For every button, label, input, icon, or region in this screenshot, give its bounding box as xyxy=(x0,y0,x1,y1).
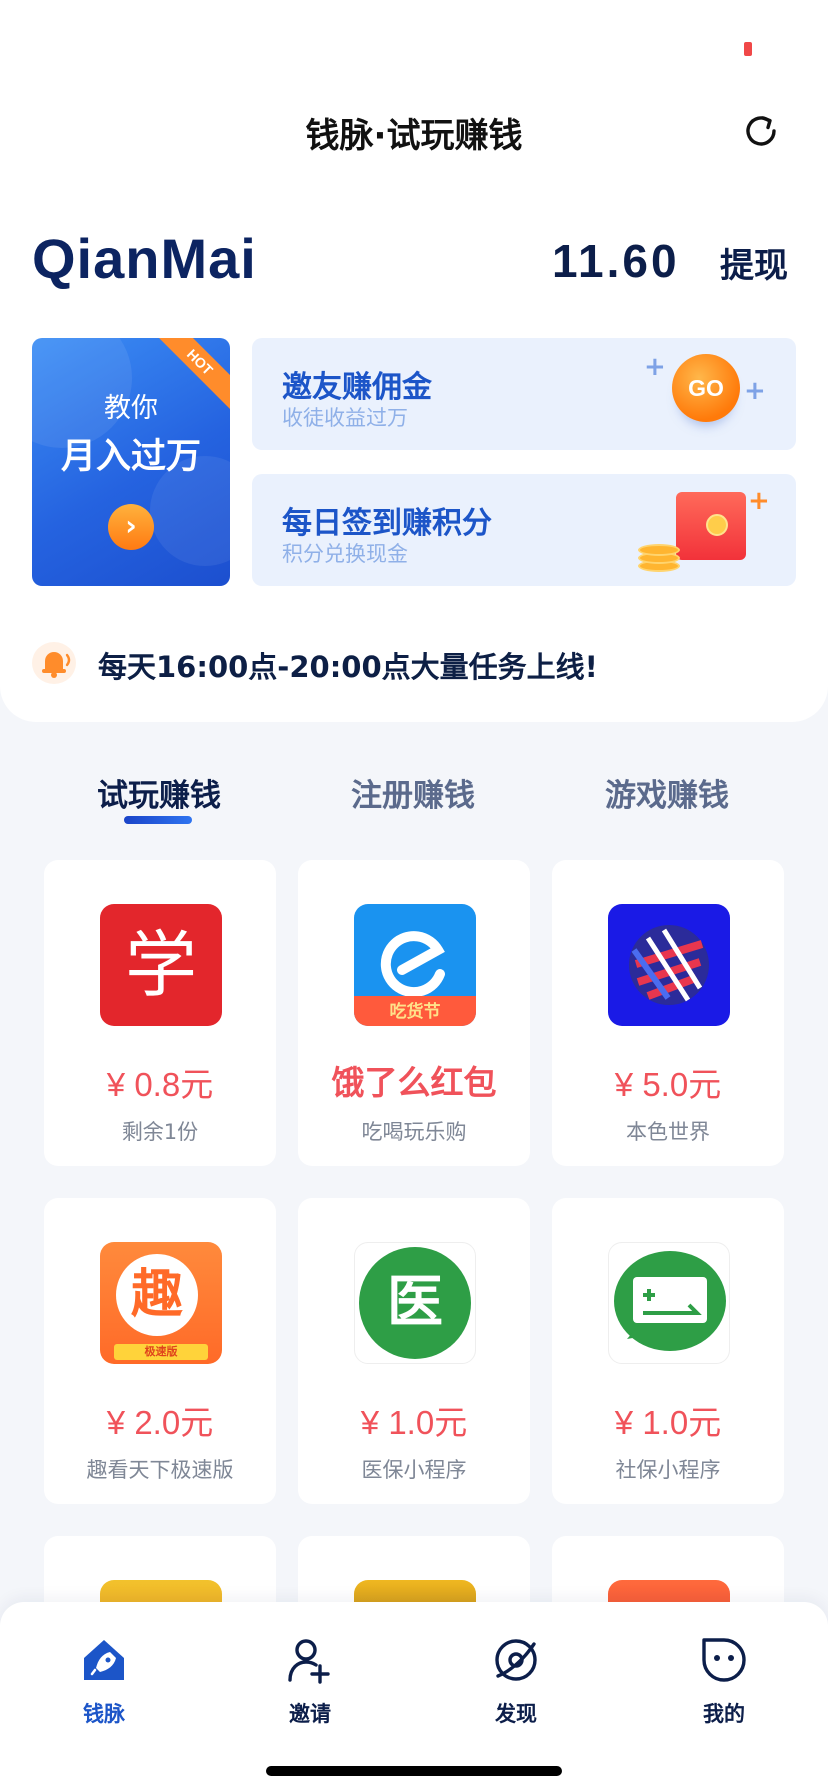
invite-friends-card[interactable]: 邀友赚佣金 收徒收益过万 + + GO xyxy=(252,338,796,450)
battery-indicator xyxy=(744,42,752,56)
nav-item-invite[interactable]: 邀请 xyxy=(250,1636,370,1736)
add-user-icon xyxy=(286,1636,334,1684)
task-card[interactable]: 医 ¥ 1.0元 医保小程序 xyxy=(298,1198,530,1504)
eleme-app-icon: 吃货节 xyxy=(354,904,476,1026)
earn-guide-banner[interactable]: HOT 教你 月入过万 › xyxy=(32,338,230,586)
plus-decor-icon: + xyxy=(644,352,666,382)
profile-face-icon xyxy=(700,1636,748,1684)
xue-app-icon: 学 xyxy=(100,904,222,1026)
brand-name: QianMai xyxy=(32,227,257,290)
chevron-right-icon[interactable]: › xyxy=(108,504,154,550)
refresh-icon xyxy=(746,116,776,146)
invite-subtitle: 收徒收益过万 xyxy=(282,406,408,430)
checkin-title: 每日签到赚积分 xyxy=(282,506,492,541)
task-subtitle: 吃喝玩乐购 xyxy=(361,1120,467,1144)
banner-line2: 月入过万 xyxy=(60,437,201,477)
discover-icon xyxy=(492,1636,540,1684)
tab-register[interactable]: 注册赚钱 xyxy=(318,770,508,815)
task-reward: ¥ 2.0元 xyxy=(106,1404,214,1441)
task-subtitle: 医保小程序 xyxy=(361,1458,467,1482)
checkin-subtitle: 积分兑换现金 xyxy=(282,542,408,566)
balance-amount: 11.60 xyxy=(552,235,680,287)
task-reward: ¥ 0.8元 xyxy=(106,1066,214,1103)
invite-title: 邀友赚佣金 xyxy=(282,370,432,405)
rocket-home-icon xyxy=(80,1636,128,1684)
task-reward: ¥ 1.0元 xyxy=(360,1404,468,1441)
plus-decor-icon: + xyxy=(748,486,770,516)
task-subtitle: 本色世界 xyxy=(626,1120,710,1144)
task-card[interactable]: 吃货节 饿了么红包 吃喝玩乐购 xyxy=(298,860,530,1166)
active-tab-indicator xyxy=(124,816,192,824)
task-reward: ¥ 1.0元 xyxy=(614,1404,722,1441)
task-subtitle: 剩余1份 xyxy=(121,1120,199,1144)
home-indicator xyxy=(266,1766,562,1776)
task-reward: ¥ 5.0元 xyxy=(614,1066,722,1103)
nav-label: 我的 xyxy=(703,1702,745,1726)
bense-world-app-icon xyxy=(608,904,730,1026)
icon-caption: 极速版 xyxy=(114,1344,208,1360)
tab-trial[interactable]: 试玩赚钱 xyxy=(64,770,254,815)
red-packet-icon xyxy=(676,492,746,560)
banner-line1: 教你 xyxy=(104,393,158,424)
medical-insurance-icon: 医 xyxy=(354,1242,476,1364)
nav-item-discover[interactable]: 发现 xyxy=(456,1636,576,1736)
icon-caption: 吃货节 xyxy=(389,1002,441,1022)
bell-icon xyxy=(32,642,76,684)
social-insurance-icon xyxy=(608,1242,730,1364)
task-card[interactable]: 学 ¥ 0.8元 剩余1份 xyxy=(44,860,276,1166)
notice-text: 每天16:00点-20:00点大量任务上线! xyxy=(98,650,598,684)
nav-label: 邀请 xyxy=(289,1702,331,1726)
nav-label: 发现 xyxy=(495,1702,537,1726)
bottom-nav: 钱脉 邀请 发现 我的 xyxy=(0,1602,828,1792)
notice-bar: 每天16:00点-20:00点大量任务上线! xyxy=(32,638,792,688)
qukan-app-icon: 趣 极速版 xyxy=(100,1242,222,1364)
task-card[interactable]: ¥ 5.0元 本色世界 xyxy=(552,860,784,1166)
go-badge-icon: GO xyxy=(672,354,740,422)
nav-item-home[interactable]: 钱脉 xyxy=(44,1636,164,1736)
task-card[interactable]: 趣 极速版 ¥ 2.0元 趣看天下极速版 xyxy=(44,1198,276,1504)
plus-decor-icon: + xyxy=(744,376,766,406)
task-title: 饿了么红包 xyxy=(331,1063,497,1102)
task-card[interactable]: ¥ 1.0元 社保小程序 xyxy=(552,1198,784,1504)
refresh-button[interactable] xyxy=(738,108,784,154)
icon-glyph: 趣 xyxy=(116,1254,198,1336)
task-subtitle: 社保小程序 xyxy=(615,1458,721,1482)
nav-label: 钱脉 xyxy=(83,1702,125,1726)
tab-game[interactable]: 游戏赚钱 xyxy=(572,770,762,815)
withdraw-button[interactable]: 提现 xyxy=(720,238,788,287)
task-subtitle: 趣看天下极速版 xyxy=(86,1458,234,1482)
coins-icon xyxy=(638,534,680,574)
page-title: 钱脉·试玩赚钱 xyxy=(305,116,523,156)
daily-checkin-card[interactable]: 每日签到赚积分 积分兑换现金 + xyxy=(252,474,796,586)
icon-glyph: 医 xyxy=(359,1247,471,1359)
nav-item-mine[interactable]: 我的 xyxy=(664,1636,784,1736)
